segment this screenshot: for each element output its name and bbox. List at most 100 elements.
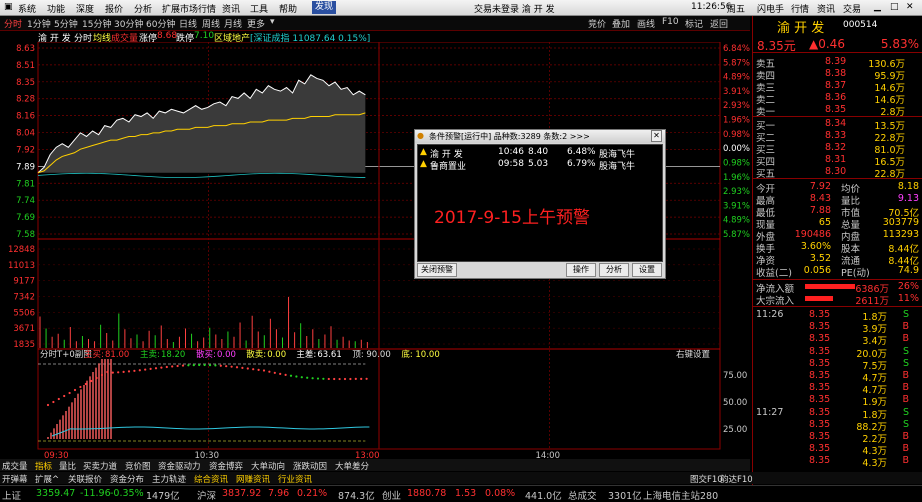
dialog-titlebar[interactable]: ● 条件预警[运行中] 品种数:3289 条数:2 >>> ✕ <box>415 130 665 143</box>
indicator-tab[interactable]: 量比 <box>59 460 76 472</box>
tab-30min[interactable]: 30分钟 <box>114 17 143 30</box>
divider <box>753 116 922 117</box>
main-buy-point <box>289 374 293 377</box>
main-buy-point <box>322 377 325 380</box>
overlay-button[interactable]: 叠加 <box>612 17 630 30</box>
strip-tab[interactable]: 资金分布 <box>110 473 144 485</box>
main-buy-point <box>84 382 87 386</box>
tab-daily[interactable]: 日线 <box>179 17 197 30</box>
indicator-tab[interactable]: 资金驱动力 <box>158 460 201 472</box>
dialog-close-icon[interactable]: ✕ <box>651 130 662 142</box>
back-button[interactable]: 返回 <box>710 17 728 30</box>
stock-code: 000514 <box>843 20 878 30</box>
indicator-tab[interactable]: 成交量 <box>2 460 28 472</box>
f10-tab[interactable]: 韵达F10 <box>720 473 753 485</box>
mark-button[interactable]: 标记 <box>685 17 703 30</box>
strip-tab[interactable]: 扩展^ <box>35 473 59 485</box>
list-item[interactable]: ▲ 鲁商置业 09:58 5.03 6.79% 股海飞牛 <box>420 159 658 172</box>
main-buy-point <box>106 370 109 374</box>
indicator-tab[interactable]: 大单差分 <box>335 460 369 472</box>
menu-function[interactable]: 功能 <box>47 2 65 15</box>
ticker-item: 0.08% <box>485 488 516 499</box>
menu-ext-market[interactable]: 扩展市场行情 <box>162 2 216 15</box>
menu-help[interactable]: 帮助 <box>279 2 297 15</box>
indicator-legend-value: 18.20 <box>161 350 185 360</box>
indicator-legend-value: 90.00 <box>366 350 390 360</box>
maximize-icon[interactable]: □ <box>890 2 899 12</box>
analyze-button[interactable]: 分析 <box>599 263 629 277</box>
tab-monthly[interactable]: 月线 <box>224 17 242 30</box>
ticker-item: -0.35% <box>110 488 144 499</box>
close-alert-button[interactable]: 关闭预警 <box>417 263 457 277</box>
tab-intraday[interactable]: 分时 <box>4 17 22 30</box>
indicator-tab[interactable]: 资金博弈 <box>209 460 243 472</box>
f10-button[interactable]: F10 <box>662 17 679 27</box>
menu-quote[interactable]: 报价 <box>105 2 123 15</box>
tab-60min[interactable]: 60分钟 <box>146 17 175 30</box>
indicator-tab[interactable]: 买卖力道 <box>83 460 117 472</box>
minimize-icon[interactable]: ▁ <box>874 2 881 12</box>
main-buy-point <box>73 388 77 392</box>
pct-tick-label: 2.93% <box>723 101 750 111</box>
indicator-tab[interactable]: 指标 <box>35 460 52 472</box>
strip-tab[interactable]: 综合资讯 <box>194 473 228 485</box>
stat-value: 7.92 <box>809 181 831 192</box>
strip-tab[interactable]: 主力轨迹 <box>152 473 186 485</box>
chevron-down-icon[interactable]: ▾ <box>270 17 275 27</box>
tab-weekly[interactable]: 周线 <box>202 17 220 30</box>
quote-button[interactable]: 行情 <box>791 2 809 15</box>
close-icon[interactable]: ✕ <box>906 2 914 12</box>
pct-tick-label: 5.87% <box>723 58 750 68</box>
indicator-tab[interactable]: 竞价图 <box>125 460 151 472</box>
stat-value: 65 <box>818 217 831 228</box>
tab-15min[interactable]: 15分钟 <box>82 17 111 30</box>
main-buy-point <box>111 371 114 374</box>
quote-panel: 渝 开 发 000514 8.35元 ▲0.46 5.83% 卖五 8.39 130.6万 卖四… <box>752 16 922 500</box>
indicator-tab[interactable]: 大单动向 <box>251 460 285 472</box>
list-item[interactable]: ▲ 渝 开 发 10:46 8.40 6.48% 股海飞牛 <box>420 147 658 160</box>
operate-button[interactable]: 操作 <box>566 263 596 277</box>
alert-dialog: ● 条件预警[运行中] 品种数:3289 条数:2 >>> ✕ ▲ 渝 开 发 … <box>414 129 666 279</box>
main-buy-point <box>100 373 104 377</box>
alert-row-icon: ▲ <box>420 147 427 157</box>
settings-button[interactable]: 设置 <box>632 263 662 277</box>
f10-tab[interactable]: 图交F10 <box>690 473 723 485</box>
tab-1min[interactable]: 1分钟 <box>27 17 51 30</box>
volume-tick-label: 3671 <box>13 324 35 334</box>
main-buy-point <box>187 364 190 367</box>
strip-tab[interactable]: 开弹幕 <box>2 473 28 485</box>
tick-price: 8.35 <box>809 406 831 418</box>
auction-button[interactable]: 竞价 <box>588 17 606 30</box>
stock-name: 渝 开 发 <box>777 21 825 36</box>
menu-depth[interactable]: 深度 <box>76 2 94 15</box>
main-buy-point <box>203 363 206 367</box>
tick-direction: B <box>902 394 909 406</box>
main-buy-point <box>208 364 212 367</box>
strip-tab[interactable]: 行业资讯 <box>278 473 312 485</box>
menu-tools[interactable]: 工具 <box>250 2 268 15</box>
draw-button[interactable]: 画线 <box>637 17 655 30</box>
strip-tab[interactable]: 关联报价 <box>68 473 102 485</box>
flash-trade-button[interactable]: 闪电手 <box>757 2 784 15</box>
menu-system[interactable]: 系统 <box>18 2 36 15</box>
tick-direction: B <box>902 321 909 333</box>
strip-tab[interactable]: 网赚资讯 <box>236 473 270 485</box>
news-button[interactable]: 资讯 <box>817 2 835 15</box>
divider <box>753 52 922 53</box>
volume-tick-label: 12848 <box>8 245 35 255</box>
main-buy-point <box>241 366 244 369</box>
main-buy-point <box>349 377 352 381</box>
trade-button[interactable]: 交易 <box>843 2 861 15</box>
menu-analysis[interactable]: 分析 <box>134 2 152 15</box>
menu-discover[interactable]: 发现 <box>312 1 337 14</box>
main-buy-point <box>235 366 239 369</box>
pct-tick-label: 1.96% <box>723 173 750 183</box>
tick-price: 8.35 <box>809 382 831 394</box>
menu-news[interactable]: 资讯 <box>222 2 240 15</box>
tab-5min[interactable]: 5分钟 <box>54 17 78 30</box>
main-buy-point <box>365 377 368 380</box>
tab-more[interactable]: 更多 <box>247 17 265 30</box>
indicator-tab[interactable]: 涨跌动因 <box>293 460 327 472</box>
tick-direction: B <box>902 455 909 467</box>
price-tick-label: 7.92 <box>16 145 35 155</box>
